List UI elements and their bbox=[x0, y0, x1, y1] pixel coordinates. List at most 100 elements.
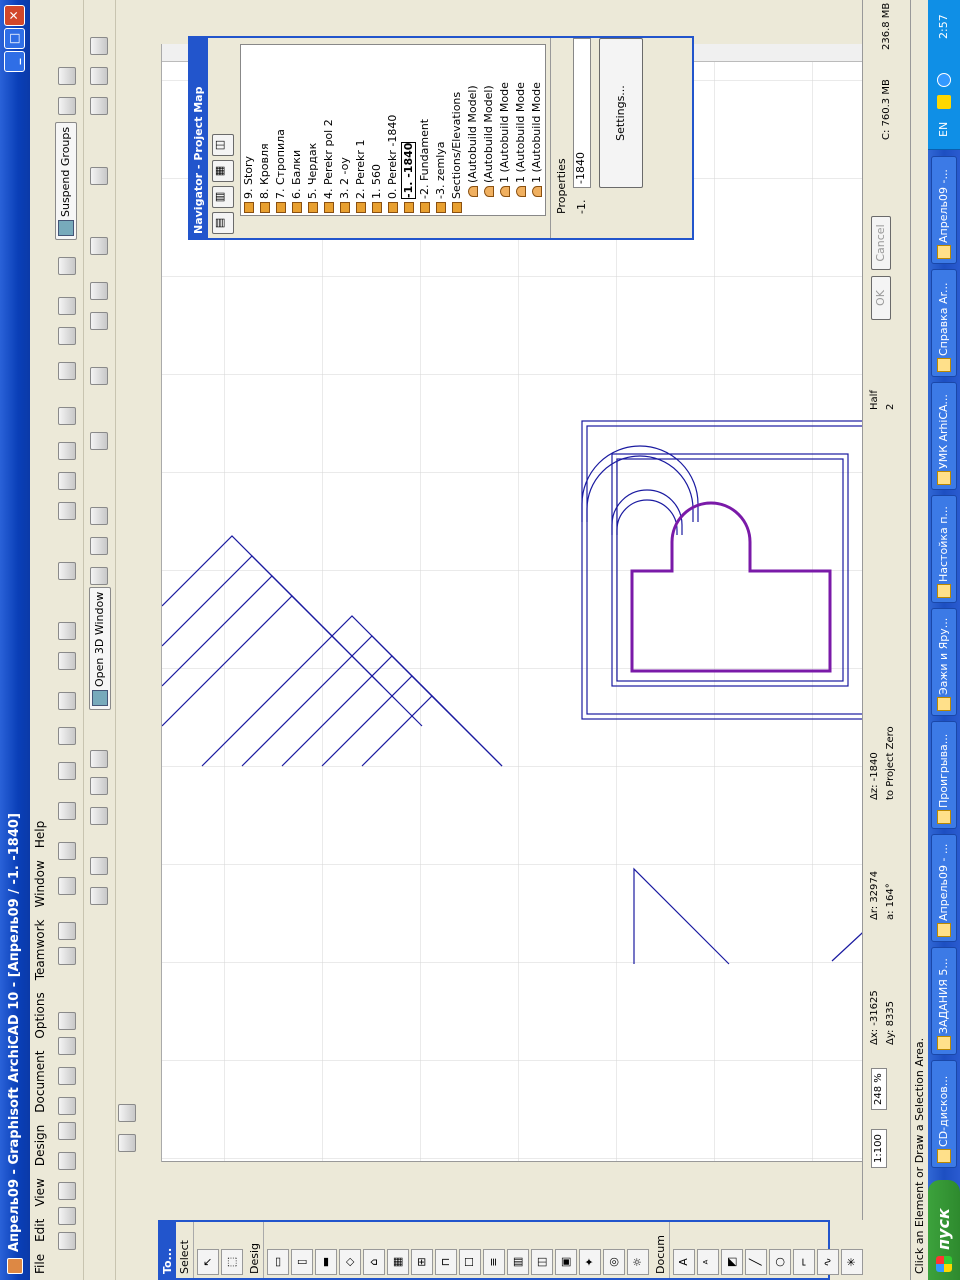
polyline-tool[interactable]: ⌐ bbox=[793, 1249, 815, 1275]
project-map-tree[interactable]: 9. Story 8. Кровля 7. Стропила 6. Балки 5. Ч… bbox=[240, 44, 546, 216]
camera-icon[interactable] bbox=[90, 750, 108, 768]
taskbar-task[interactable]: Апрель09 -... bbox=[931, 156, 957, 264]
menu-window[interactable]: Window bbox=[30, 854, 50, 913]
project-map-item[interactable]: 0. Perekr -1840 bbox=[385, 45, 401, 215]
marquee-tool[interactable]: ⬚ bbox=[221, 1249, 243, 1275]
project-map-item[interactable]: 5. Чердак bbox=[305, 45, 321, 215]
marquee-select-icon[interactable] bbox=[118, 1134, 136, 1152]
line-tool[interactable]: ╱ bbox=[745, 1249, 767, 1275]
taskbar-task[interactable]: Настойка п... bbox=[931, 495, 957, 603]
mesh-tool[interactable]: ▦ bbox=[387, 1249, 409, 1275]
copy-icon[interactable] bbox=[58, 1097, 76, 1115]
redo-icon[interactable] bbox=[58, 1012, 76, 1030]
menu-view[interactable]: View bbox=[30, 1172, 50, 1212]
project-map-item[interactable]: 1. 560 bbox=[369, 45, 385, 215]
delete-icon[interactable] bbox=[58, 652, 76, 670]
3d-mode-icon[interactable] bbox=[90, 237, 108, 255]
pick-up-icon[interactable] bbox=[58, 947, 76, 965]
wall-end-icon[interactable] bbox=[58, 407, 76, 425]
inject-icon[interactable] bbox=[58, 922, 76, 940]
window-tool[interactable]: ⊞ bbox=[411, 1249, 433, 1275]
drag-icon[interactable] bbox=[58, 622, 76, 640]
split-icon[interactable] bbox=[58, 562, 76, 580]
group-icon[interactable] bbox=[58, 692, 76, 710]
project-map-item[interactable]: 1 (Autobuild Mode bbox=[497, 45, 513, 215]
label-tool[interactable]: ᴬ bbox=[697, 1249, 719, 1275]
orbit-icon[interactable] bbox=[90, 537, 108, 555]
network-tray-icon[interactable] bbox=[937, 73, 951, 87]
menu-edit[interactable]: Edit bbox=[30, 1213, 50, 1248]
view-map-icon[interactable]: ▥ bbox=[212, 186, 234, 208]
snap-line-icon[interactable] bbox=[58, 842, 76, 860]
taskbar-task[interactable]: ЗАДАНИЯ 5... bbox=[931, 947, 957, 1055]
project-map-item[interactable]: -3. zemlya bbox=[433, 45, 449, 215]
text-tool[interactable]: A bbox=[673, 1249, 695, 1275]
lamp-tool[interactable]: ✦ bbox=[579, 1249, 601, 1275]
mirror-icon[interactable] bbox=[58, 297, 76, 315]
gravity-icon[interactable] bbox=[58, 762, 76, 780]
sun-tool[interactable]: ☼ bbox=[627, 1249, 649, 1275]
suspend-groups-button[interactable]: Suspend Groups bbox=[55, 121, 77, 240]
spline-tool[interactable]: ∿ bbox=[817, 1249, 839, 1275]
curtain-wall-tool[interactable]: ▥ bbox=[507, 1249, 529, 1275]
project-map-item[interactable]: 1 (Autobuild Mode bbox=[513, 45, 529, 215]
ok-button[interactable]: OK bbox=[871, 276, 891, 320]
scale-field[interactable]: 1:100 bbox=[871, 1129, 887, 1168]
project-map-item[interactable]: (Autobuild Model) bbox=[481, 45, 497, 215]
detail-icon[interactable] bbox=[90, 807, 108, 825]
arrow-select-icon[interactable] bbox=[118, 1104, 136, 1122]
parallel-projection-icon[interactable] bbox=[90, 312, 108, 330]
column-tool[interactable]: ▯ bbox=[291, 1249, 313, 1275]
project-map-item[interactable]: 9. Story bbox=[241, 45, 257, 215]
project-map-item[interactable]: 2. Perekr 1 bbox=[353, 45, 369, 215]
title-bar[interactable]: Апрель09 - Graphisoft ArchiCAD 10 - [Апр… bbox=[0, 0, 30, 1280]
layout-book-icon[interactable]: ▦ bbox=[212, 160, 234, 182]
3d-view-icon[interactable] bbox=[90, 887, 108, 905]
skylight-tool[interactable]: ◫ bbox=[531, 1249, 553, 1275]
taskbar-task[interactable]: CD-дисков... bbox=[931, 1060, 957, 1168]
door-tool[interactable]: ⊓ bbox=[435, 1249, 457, 1275]
worksheet-icon[interactable] bbox=[90, 777, 108, 795]
project-map-item[interactable]: (Autobuild Model) bbox=[465, 45, 481, 215]
paste-icon[interactable] bbox=[58, 1067, 76, 1085]
taskbar-task[interactable]: Проигрыва... bbox=[931, 721, 957, 829]
menu-file[interactable]: File bbox=[30, 1248, 50, 1280]
taskbar-task[interactable]: Справка Ar... bbox=[931, 269, 957, 377]
taskbar-task[interactable]: Апрель09 - ... bbox=[931, 834, 957, 942]
project-map-item[interactable]: 4. Perekr pol 2 bbox=[321, 45, 337, 215]
clock[interactable]: 2:57 bbox=[928, 14, 960, 39]
zoom-field[interactable]: 248 % bbox=[871, 1068, 887, 1110]
fillet-icon[interactable] bbox=[58, 442, 76, 460]
walk-icon[interactable] bbox=[90, 507, 108, 525]
project-map-item[interactable]: 1 (Autobuild Mode bbox=[529, 45, 545, 215]
help-tray-icon[interactable] bbox=[937, 95, 951, 109]
section-icon[interactable] bbox=[90, 857, 108, 875]
open-3d-window-button[interactable]: Open 3D Window bbox=[89, 586, 111, 710]
beam-tool[interactable]: ▬ bbox=[315, 1249, 337, 1275]
taskbar-task[interactable]: УМК АrhiCA... bbox=[931, 382, 957, 490]
close-button[interactable]: ✕ bbox=[4, 5, 25, 26]
camera-tool[interactable]: ◎ bbox=[603, 1249, 625, 1275]
open-folder-icon[interactable] bbox=[58, 1207, 76, 1225]
circle-tool[interactable]: ○ bbox=[769, 1249, 791, 1275]
navigator-title[interactable]: Navigator - Project Map bbox=[190, 38, 208, 238]
menu-design[interactable]: Design bbox=[30, 1119, 50, 1172]
save-icon[interactable] bbox=[58, 1182, 76, 1200]
marquee-icon[interactable] bbox=[58, 97, 76, 115]
property-value-field[interactable]: -1840 bbox=[573, 38, 591, 188]
taskbar-task[interactable]: Эажи и Яру... bbox=[931, 608, 957, 716]
rotate-icon[interactable] bbox=[58, 327, 76, 345]
shading-icon[interactable] bbox=[90, 167, 108, 185]
project-map-item[interactable]: 3. 2 -oy bbox=[337, 45, 353, 215]
minimize-button[interactable]: _ bbox=[4, 51, 25, 72]
magic-wand-icon[interactable] bbox=[58, 877, 76, 895]
stair-tool[interactable]: ≡ bbox=[483, 1249, 505, 1275]
guide-line-icon[interactable] bbox=[58, 802, 76, 820]
render-icon[interactable] bbox=[90, 432, 108, 450]
project-map-item[interactable]: -2. Fundament bbox=[417, 45, 433, 215]
menu-document[interactable]: Document bbox=[30, 1045, 50, 1119]
settings-button[interactable]: Settings... bbox=[599, 38, 643, 188]
new-file-icon[interactable] bbox=[58, 1232, 76, 1250]
menu-teamwork[interactable]: Teamwork bbox=[30, 913, 50, 986]
arrow-tool[interactable]: ↖ bbox=[197, 1249, 219, 1275]
